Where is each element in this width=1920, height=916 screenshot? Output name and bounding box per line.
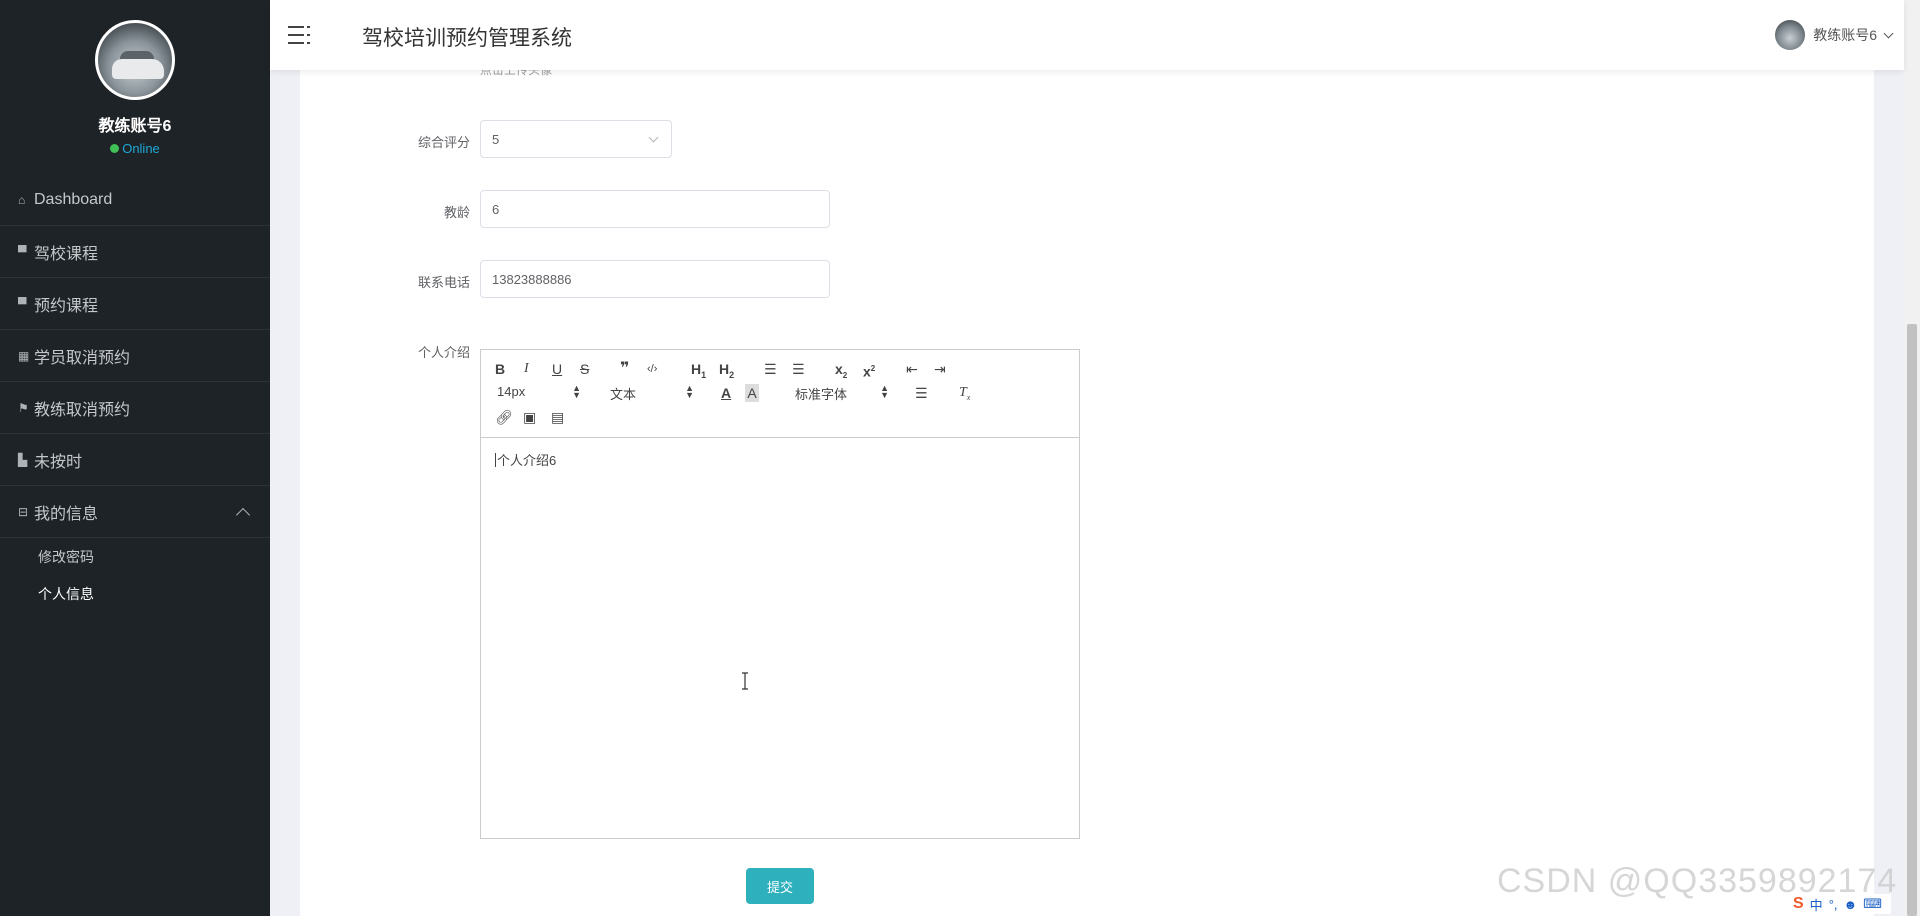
app-title: 驾校培训预约管理系统 [362,27,572,50]
sidebar-item-late[interactable]: ▙ 未按时 [0,434,270,486]
updown-icon: ▲ ▼ [572,383,581,400]
bold-icon[interactable]: B [495,360,505,378]
ime-keyboard-icon[interactable]: ⌨ [1863,896,1882,912]
submenu-item-label: 个人信息 [38,585,94,602]
online-status-text: Online [122,141,160,156]
sidebar-item-label: 教练取消预约 [34,401,131,419]
sidebar-item-label: Dashboard [34,190,113,208]
background-color-icon[interactable]: A [745,384,759,402]
font-family-value: 标准字体 [795,387,848,402]
experience-input[interactable]: 6 [480,190,830,228]
rating-select[interactable]: 5 [480,120,672,158]
strikethrough-icon[interactable]: S [580,360,589,378]
intro-text: 个人介绍6 [497,453,557,468]
sidebar-item-label: 学员取消预约 [34,349,131,367]
header-user-name: 教练账号6 [1813,27,1877,43]
paragraph-select[interactable]: 文本 ▲ ▼ [610,384,694,403]
experience-label: 教龄 [443,205,470,220]
indent-icon[interactable]: ⇥ [934,360,946,378]
intro-label: 个人介绍 [417,345,470,360]
submenu-item-personal-info[interactable]: 个人信息 [0,575,270,612]
chart-icon: ▙ [18,452,28,467]
subscript-icon[interactable]: x2 [835,360,847,380]
chevron-up-icon [235,507,251,523]
chevron-down-icon [648,132,659,143]
ime-lang[interactable]: 中 [1810,895,1823,914]
rating-value: 5 [492,131,500,147]
sidebar-item-courses[interactable]: ▀ 驾校课程 [0,226,270,278]
phone-label: 联系电话 [417,275,470,290]
user-menu[interactable]: 教练账号6 [1775,20,1894,50]
paragraph-value: 文本 [610,387,637,402]
sidebar-item-label: 未按时 [34,453,83,471]
underline-icon[interactable]: U [552,360,562,378]
sidebar-item-label: 预约课程 [34,297,99,315]
form-icon: ⊟ [18,504,29,519]
superscript-icon[interactable]: x2 [863,360,875,380]
video-icon[interactable]: ▤ [551,408,564,426]
grid-icon: ▦ [18,348,30,363]
font-size-value: 14px [497,384,526,399]
sidebar: 教练账号6 Online ⌂ Dashboard ▀ 驾校课程 ▀ 预约课程 ▦ 学员取… [0,0,270,916]
experience-value: 6 [492,201,500,217]
online-dot-icon [110,144,120,153]
top-header: 驾校培训预约管理系统 教练账号6 [270,0,1904,70]
submenu-item-change-password[interactable]: 修改密码 [0,538,270,575]
bullet-list-icon[interactable]: ☰ [792,360,805,378]
clear-format-icon[interactable]: Tx [959,384,970,402]
ime-toolbar[interactable]: S 中 °, ☻ ⌨ [1790,894,1891,914]
ibeam-cursor-icon [742,672,748,690]
ime-emoji-icon[interactable]: ☻ [1844,897,1858,912]
sidebar-item-my-info[interactable]: ⊟ 我的信息 [0,486,270,538]
scrollbar-thumb[interactable] [1907,324,1917,916]
font-size-select[interactable]: 14px ▲ ▼ [497,383,581,400]
sidebar-menu: ⌂ Dashboard ▀ 驾校课程 ▀ 预约课程 ▦ 学员取消预约 ⚑ 教练取消预约 ▙… [0,174,270,612]
menu-toggle-icon[interactable] [288,24,310,46]
updown-icon: ▲ ▼ [880,383,889,400]
sidebar-item-dashboard[interactable]: ⌂ Dashboard [0,174,270,226]
code-icon[interactable]: ‹/› [647,360,657,378]
outdent-icon[interactable]: ⇤ [906,360,918,378]
blockquote-icon[interactable]: ❞ [620,360,629,378]
align-icon[interactable]: ☰ [915,384,928,402]
text-color-icon[interactable]: A [721,384,731,402]
flag-icon: ⚑ [18,400,29,415]
avatar [1775,20,1806,50]
phone-value: 13823888886 [492,271,572,287]
updown-icon: ▲ ▼ [685,383,694,400]
sidebar-item-student-cancel[interactable]: ▦ 学员取消预约 [0,330,270,382]
italic-icon[interactable]: I [524,360,529,378]
editor-content[interactable]: 个人介绍6 [481,438,1079,481]
submit-button[interactable]: 提交 [746,868,814,904]
online-status: Online [0,141,270,156]
submenu-item-label: 修改密码 [38,548,94,565]
avatar[interactable] [95,20,175,100]
sogou-logo-icon: S [1793,895,1804,912]
sidebar-item-coach-cancel[interactable]: ⚑ 教练取消预约 [0,382,270,434]
chevron-down-icon [1883,28,1894,38]
sidebar-item-label: 驾校课程 [34,245,99,263]
heading2-icon[interactable]: H2 [719,360,734,380]
sidebar-item-label: 我的信息 [34,505,99,523]
rich-text-editor[interactable]: B I U S ❞ ‹/› H1 H2 ☰ ☰ x2 x2 ⇤ ⇥ 14px ▲… [480,349,1080,839]
sidebar-user-name: 教练账号6 [98,118,172,135]
ime-punct[interactable]: °, [1829,897,1838,912]
rating-label: 综合评分 [417,135,470,150]
link-icon[interactable]: 🔗︎ [495,408,513,426]
sidebar-item-booked-courses[interactable]: ▀ 预约课程 [0,278,270,330]
text-cursor [495,453,496,467]
heading1-icon[interactable]: H1 [691,360,706,380]
editor-toolbar: B I U S ❞ ‹/› H1 H2 ☰ ☰ x2 x2 ⇤ ⇥ 14px ▲… [481,350,1079,438]
ordered-list-icon[interactable]: ☰ [764,360,777,378]
chat-icon: ▀ [18,244,27,259]
phone-input[interactable]: 13823888886 [480,260,830,298]
image-icon[interactable]: ▣ [523,408,536,426]
home-icon: ⌂ [18,192,26,207]
font-family-select[interactable]: 标准字体 ▲ ▼ [795,384,889,403]
ticket-icon: ▀ [18,296,27,311]
